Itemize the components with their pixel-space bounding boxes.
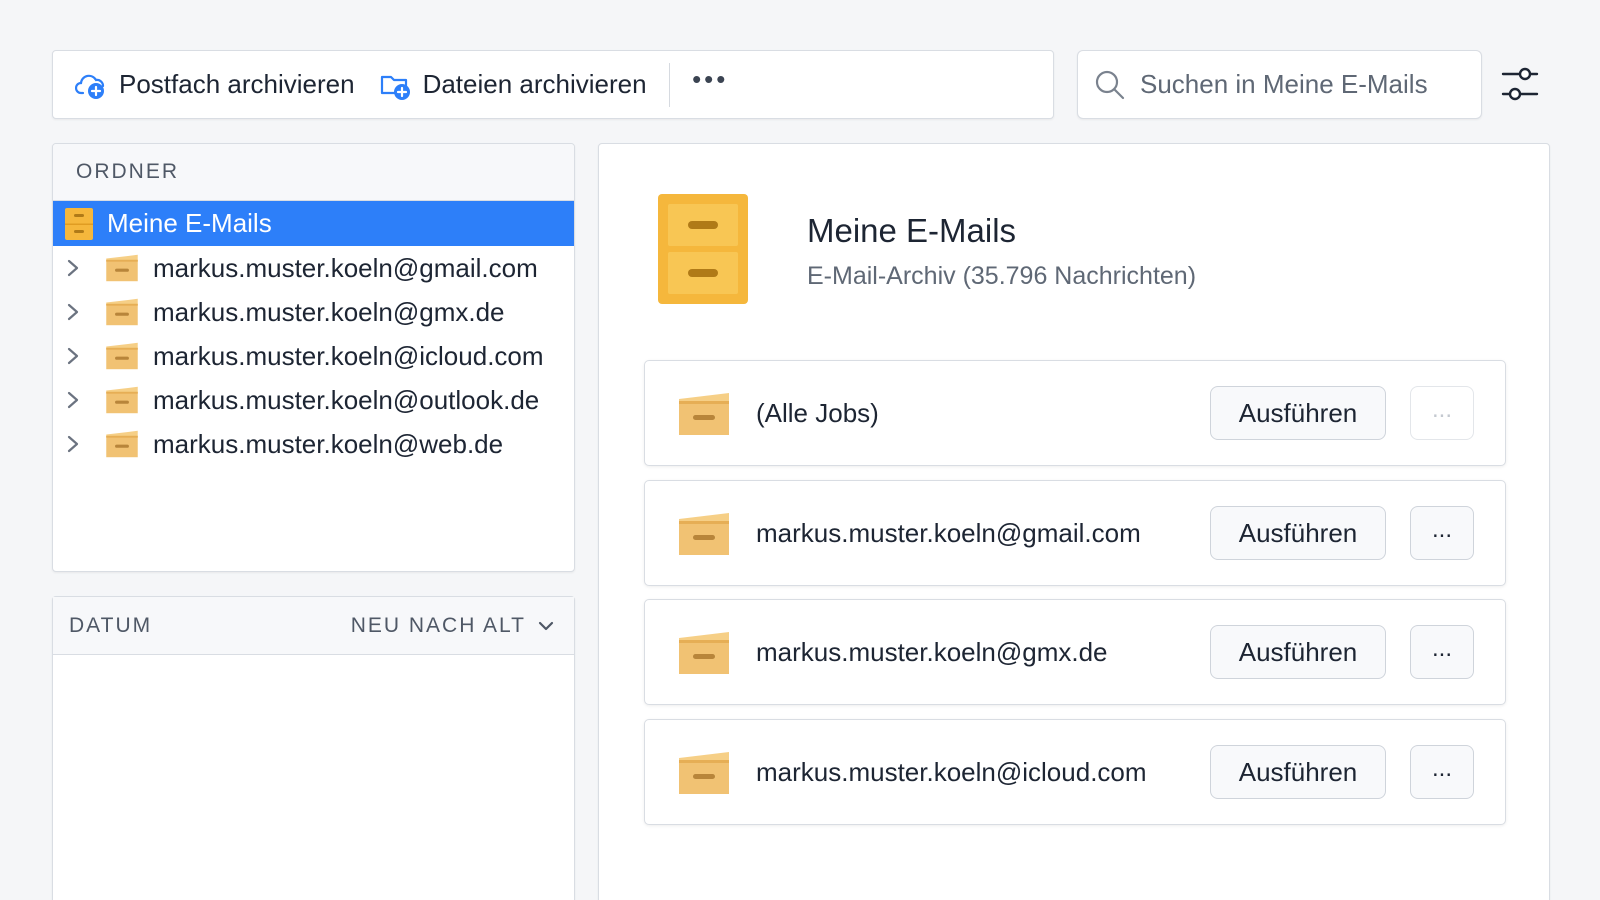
folder-add-icon bbox=[380, 75, 410, 100]
job-label: (Alle Jobs) bbox=[756, 397, 879, 428]
job-label: markus.muster.koeln@gmail.com bbox=[756, 517, 1141, 548]
archive-files-button[interactable]: Dateien archivieren bbox=[379, 69, 647, 101]
job-card: markus.muster.koeln@gmx.de Ausführen ... bbox=[644, 599, 1506, 705]
folder-item[interactable]: markus.muster.koeln@icloud.com bbox=[53, 334, 574, 378]
archive-box-icon bbox=[106, 430, 138, 458]
folder-item[interactable]: markus.muster.koeln@web.de bbox=[53, 422, 574, 466]
archive-box-icon bbox=[106, 254, 138, 282]
toolbar-more-button[interactable]: ••• bbox=[692, 64, 728, 105]
archive-box-icon bbox=[106, 386, 138, 414]
archive-detail-panel: Meine E-Mails E-Mail-Archiv (35.796 Nach… bbox=[598, 143, 1550, 900]
folder-root-my-emails[interactable]: Meine E-Mails bbox=[53, 201, 574, 246]
job-more-button[interactable]: ... bbox=[1410, 745, 1474, 799]
cabinet-large-icon bbox=[658, 194, 748, 304]
cloud-add-icon bbox=[75, 74, 105, 99]
folder-item-label: markus.muster.koeln@outlook.de bbox=[153, 384, 540, 415]
sort-label: NEU NACH ALT bbox=[350, 613, 526, 637]
date-header: DATUM NEU NACH ALT bbox=[53, 597, 574, 655]
archive-box-icon bbox=[679, 513, 729, 555]
archive-title: Meine E-Mails bbox=[807, 212, 1017, 249]
toolbar-divider bbox=[668, 62, 671, 107]
run-job-button[interactable]: Ausführen bbox=[1210, 625, 1386, 679]
archive-mailbox-button[interactable]: Postfach archivieren bbox=[75, 69, 355, 101]
run-job-button[interactable]: Ausführen bbox=[1210, 745, 1386, 799]
date-header-label: DATUM bbox=[69, 613, 153, 637]
job-more-button: ... bbox=[1410, 386, 1474, 440]
folder-item[interactable]: markus.muster.koeln@gmx.de bbox=[53, 290, 574, 334]
run-job-button[interactable]: Ausführen bbox=[1210, 506, 1386, 560]
search-input[interactable] bbox=[1140, 69, 1470, 100]
job-label: markus.muster.koeln@gmx.de bbox=[756, 636, 1108, 667]
folder-item-label: markus.muster.koeln@icloud.com bbox=[153, 340, 544, 371]
folder-item-label: markus.muster.koeln@gmx.de bbox=[153, 296, 505, 327]
job-card: (Alle Jobs) Ausführen ... bbox=[644, 360, 1506, 466]
chevron-right-icon[interactable] bbox=[67, 303, 85, 321]
archive-box-icon bbox=[679, 752, 729, 794]
search-box bbox=[1077, 50, 1482, 119]
folder-item-label: markus.muster.koeln@web.de bbox=[153, 428, 504, 459]
folder-item[interactable]: markus.muster.koeln@outlook.de bbox=[53, 378, 574, 422]
date-panel: DATUM NEU NACH ALT bbox=[52, 596, 575, 900]
job-more-button[interactable]: ... bbox=[1410, 506, 1474, 560]
chevron-down-icon bbox=[538, 621, 554, 630]
cabinet-icon bbox=[65, 207, 93, 240]
folder-root-label: Meine E-Mails bbox=[107, 208, 272, 238]
job-card: markus.muster.koeln@icloud.com Ausführen… bbox=[644, 719, 1506, 825]
folder-item[interactable]: markus.muster.koeln@gmail.com bbox=[53, 246, 574, 290]
archive-box-icon bbox=[106, 298, 138, 326]
job-card: markus.muster.koeln@gmail.com Ausführen … bbox=[644, 480, 1506, 586]
archive-files-label: Dateien archivieren bbox=[422, 69, 647, 99]
filter-settings-icon[interactable] bbox=[1500, 64, 1540, 104]
chevron-right-icon[interactable] bbox=[67, 259, 85, 277]
archive-box-icon bbox=[679, 393, 729, 435]
sort-dropdown[interactable]: NEU NACH ALT bbox=[351, 614, 554, 638]
toolbar: Postfach archivieren Dateien archivieren… bbox=[52, 50, 1054, 119]
chevron-right-icon[interactable] bbox=[67, 435, 85, 453]
folders-header: ORDNER bbox=[53, 144, 574, 201]
archive-mailbox-label: Postfach archivieren bbox=[119, 69, 355, 99]
run-job-button[interactable]: Ausführen bbox=[1210, 386, 1386, 440]
archive-box-icon bbox=[106, 342, 138, 370]
job-label: markus.muster.koeln@icloud.com bbox=[756, 756, 1147, 787]
archive-subtitle: E-Mail-Archiv (35.796 Nachrichten) bbox=[807, 262, 1197, 290]
job-more-button[interactable]: ... bbox=[1410, 625, 1474, 679]
folder-item-label: markus.muster.koeln@gmail.com bbox=[153, 252, 538, 283]
chevron-right-icon[interactable] bbox=[67, 347, 85, 365]
chevron-right-icon[interactable] bbox=[67, 391, 85, 409]
archive-box-icon bbox=[679, 632, 729, 674]
folders-panel: ORDNER Meine E-Mails markus.muster.koeln… bbox=[52, 143, 575, 572]
search-icon bbox=[1095, 70, 1125, 99]
